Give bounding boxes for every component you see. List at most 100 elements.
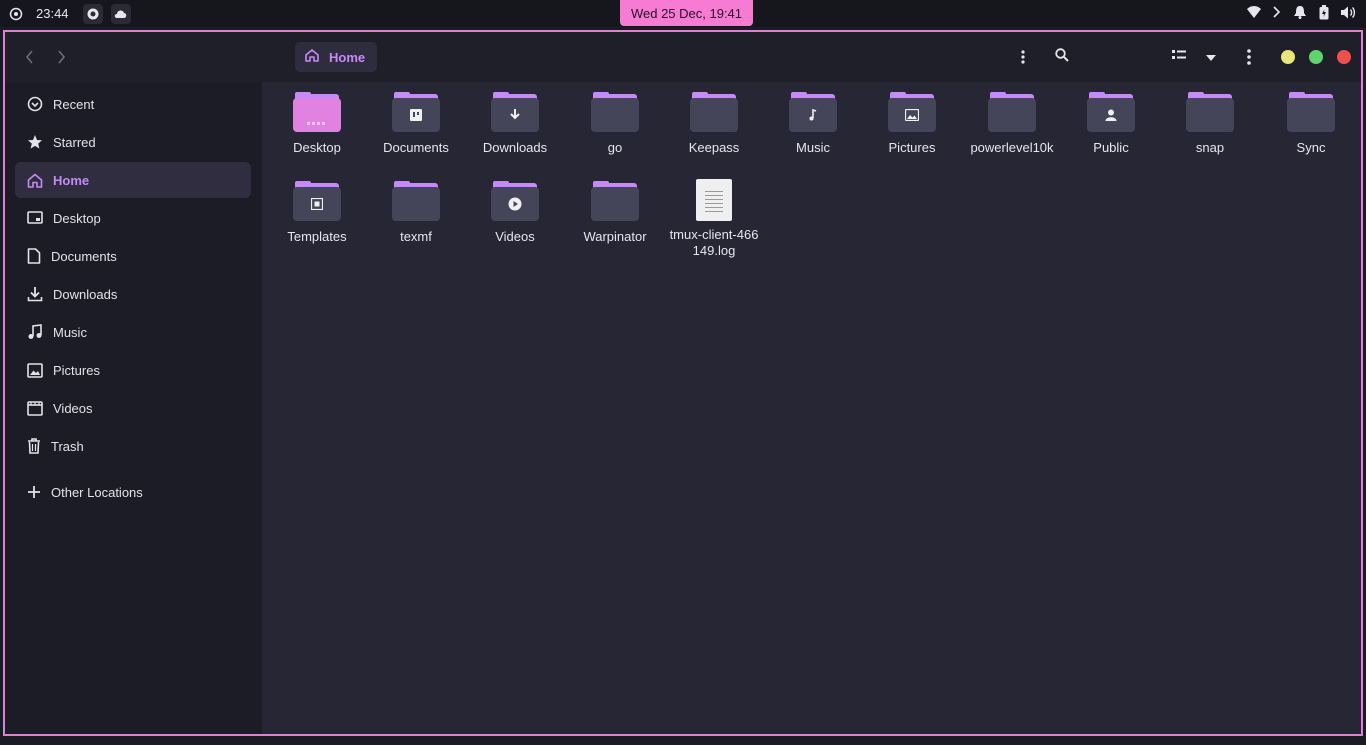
volume-icon[interactable] [1341, 6, 1356, 22]
file-item-sync[interactable]: Sync [1265, 92, 1357, 156]
folder-videos-icon [491, 181, 539, 225]
file-label: Warpinator [583, 229, 647, 244]
folder-icon [392, 181, 440, 225]
sidebar-item-label: Desktop [53, 210, 101, 226]
sidebar-item-label: Downloads [53, 286, 118, 302]
folder-icon [1186, 92, 1234, 136]
sidebar-item-trash[interactable]: Trash [15, 428, 251, 464]
star-icon [28, 135, 42, 149]
forward-button[interactable] [50, 46, 72, 68]
document-icon [27, 248, 41, 264]
file-item-texmf[interactable]: texmf [370, 181, 462, 245]
cloud-icon[interactable] [110, 3, 131, 24]
sidebar-item-label: Starred [53, 134, 96, 150]
sidebar-item-label: Videos [53, 400, 93, 416]
folder-icon [591, 181, 639, 225]
view-list-button[interactable] [1167, 45, 1191, 69]
file-item-templates[interactable]: Templates [271, 181, 363, 245]
sidebar-item-pictures[interactable]: Pictures [15, 352, 251, 388]
minimize-button[interactable] [1281, 50, 1295, 64]
file-item-go[interactable]: go [569, 92, 661, 156]
file-label: snap [1195, 140, 1225, 155]
file-item-keepass[interactable]: Keepass [668, 92, 760, 156]
file-label: go [607, 140, 623, 155]
sidebar-item-label: Trash [51, 438, 84, 454]
file-item-tmux-log[interactable]: tmux-client-466149.log [668, 179, 760, 259]
wifi-icon[interactable] [1247, 6, 1261, 21]
folder-documents-icon [392, 92, 440, 136]
search-button[interactable] [1050, 45, 1074, 69]
file-manager-window: Home Recent Starred Home Desktop Documen… [3, 30, 1363, 736]
file-item-desktop[interactable]: Desktop [271, 92, 363, 156]
picture-icon [27, 362, 43, 378]
folder-templates-icon [293, 181, 341, 225]
file-label: tmux-client-466149.log [669, 227, 759, 258]
file-item-music[interactable]: Music [767, 92, 859, 156]
sidebar-item-desktop[interactable]: Desktop [15, 200, 251, 236]
file-label: Music [796, 140, 830, 155]
file-label: Templates [287, 229, 347, 244]
home-icon [27, 173, 43, 188]
sidebar-item-starred[interactable]: Starred [15, 124, 251, 160]
folder-music-icon [789, 92, 837, 136]
sidebar-item-label: Documents [51, 248, 117, 264]
sidebar: Recent Starred Home Desktop Documents Do… [5, 82, 262, 734]
sidebar-item-label: Other Locations [51, 484, 143, 500]
close-button[interactable] [1337, 50, 1351, 64]
file-label: Documents [383, 140, 449, 155]
folder-icon [988, 92, 1036, 136]
folder-icon [690, 92, 738, 136]
file-item-powerlevel10k[interactable]: powerlevel10k [966, 92, 1058, 156]
sidebar-item-other-locations[interactable]: Other Locations [15, 474, 251, 510]
system-tray [1247, 0, 1356, 27]
date-time-badge[interactable]: Wed 25 Dec, 19:41 [620, 0, 753, 26]
clock[interactable]: 23:44 [36, 6, 69, 21]
bell-icon[interactable] [1293, 5, 1307, 22]
file-item-videos[interactable]: Videos [469, 181, 561, 245]
maximize-button[interactable] [1309, 50, 1323, 64]
main-menu-button[interactable] [1237, 45, 1261, 69]
sidebar-item-label: Home [53, 172, 90, 188]
sidebar-item-recent[interactable]: Recent [15, 86, 251, 122]
breadcrumb-home[interactable]: Home [295, 42, 377, 72]
activities-icon[interactable] [6, 4, 26, 24]
file-grid: Desktop Documents Downloads go Keepass M… [262, 82, 1361, 734]
folder-desktop-icon [293, 92, 341, 136]
path-menu-button[interactable] [1011, 45, 1035, 69]
file-item-warpinator[interactable]: Warpinator [569, 181, 661, 245]
file-label: texmf [400, 229, 432, 244]
file-item-documents[interactable]: Documents [370, 92, 462, 156]
home-icon [305, 49, 319, 65]
chevron-right-icon[interactable] [1273, 6, 1281, 21]
breadcrumb-label: Home [329, 49, 366, 65]
folder-pictures-icon [888, 92, 936, 136]
record-icon[interactable] [82, 3, 103, 24]
sidebar-item-home[interactable]: Home [15, 162, 251, 198]
file-label: Keepass [688, 140, 740, 155]
folder-icon [591, 92, 639, 136]
file-item-snap[interactable]: snap [1164, 92, 1256, 156]
top-bar-left: 23:44 [6, 0, 131, 27]
file-label: Sync [1296, 140, 1326, 155]
file-item-public[interactable]: Public [1065, 92, 1157, 156]
music-icon [28, 324, 42, 339]
file-label: Downloads [482, 140, 548, 155]
list-view-icon [1172, 48, 1186, 66]
file-label: Public [1093, 140, 1129, 155]
sidebar-item-documents[interactable]: Documents [15, 238, 251, 274]
folder-icon [1287, 92, 1335, 136]
sidebar-item-videos[interactable]: Videos [15, 390, 251, 426]
download-icon [27, 287, 43, 302]
clock-icon [27, 96, 43, 112]
file-item-pictures[interactable]: Pictures [866, 92, 958, 156]
battery-icon[interactable] [1319, 4, 1329, 23]
file-item-downloads[interactable]: Downloads [469, 92, 561, 156]
top-bar: 23:44 Wed 25 Dec, 19:41 [0, 0, 1366, 27]
view-options-dropdown[interactable] [1199, 45, 1223, 69]
sidebar-item-music[interactable]: Music [15, 314, 251, 350]
sidebar-item-downloads[interactable]: Downloads [15, 276, 251, 312]
search-icon [1055, 47, 1069, 67]
trash-icon [28, 438, 40, 454]
text-file-icon [690, 179, 738, 223]
back-button[interactable] [19, 46, 41, 68]
